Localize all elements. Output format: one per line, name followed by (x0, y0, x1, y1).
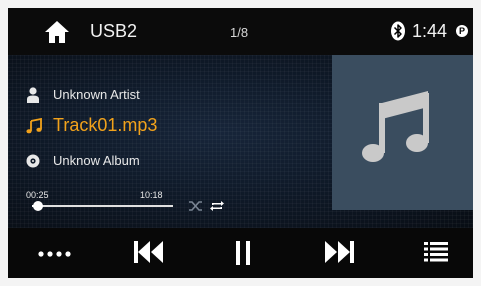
track-count: 1/8 (230, 25, 249, 40)
person-icon (27, 87, 39, 103)
progress-thumb[interactable] (32, 201, 43, 211)
pause-icon[interactable] (236, 241, 250, 265)
elapsed-time: 00:25 (26, 190, 49, 200)
total-time: 10:18 (140, 190, 163, 200)
top-bar: USB2 1/8 1:44 P (8, 8, 473, 55)
p-icon: P (456, 25, 468, 37)
media-player-screen: USB2 1/8 1:44 P Unknown Artist Track01.m… (8, 8, 473, 278)
clock: 1:44 (412, 21, 448, 41)
playback-controls (8, 228, 473, 278)
home-icon[interactable] (44, 19, 70, 45)
repeat-icon[interactable] (209, 199, 225, 213)
now-playing-panel: Unknown Artist Track01.mp3 Unknow Album … (8, 55, 473, 228)
artist-name: Unknown Artist (53, 87, 140, 102)
more-dots-icon[interactable] (38, 251, 72, 257)
source-label: USB2 (90, 21, 138, 41)
album-name: Unknow Album (53, 153, 140, 168)
music-note-icon (26, 118, 42, 134)
shuffle-icon[interactable] (188, 199, 204, 213)
skip-next-icon[interactable] (324, 241, 354, 263)
disc-icon (26, 154, 40, 168)
track-title: Track01.mp3 (53, 115, 158, 135)
progress-bar[interactable] (32, 201, 173, 211)
playlist-icon[interactable] (424, 242, 448, 262)
skip-previous-icon[interactable] (134, 241, 164, 263)
album-art (332, 55, 473, 210)
music-note-icon (362, 91, 429, 162)
bluetooth-icon (391, 21, 405, 41)
